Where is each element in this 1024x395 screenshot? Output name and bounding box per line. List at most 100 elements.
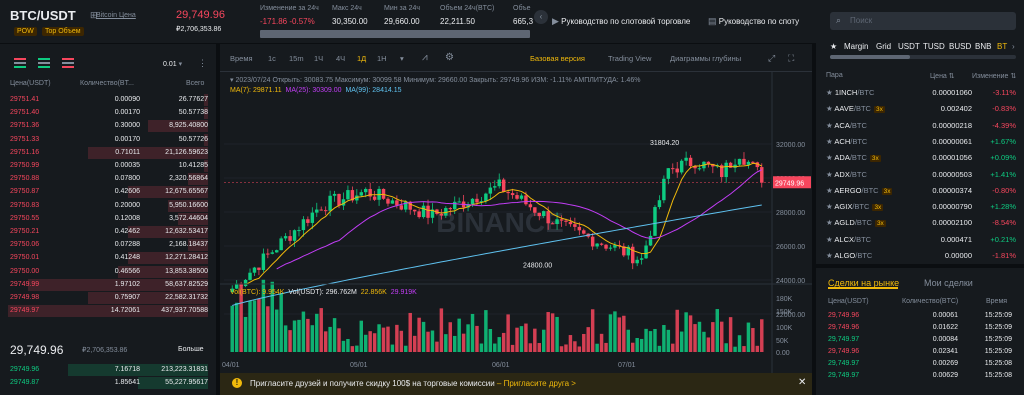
- tab-1h[interactable]: 1Ч: [314, 54, 323, 63]
- tab-my-trades[interactable]: Мои сделки: [924, 278, 973, 288]
- star-icon[interactable]: ★: [826, 170, 833, 179]
- more-dots-icon[interactable]: ⋮: [198, 58, 207, 69]
- tab-time[interactable]: Время: [230, 54, 253, 63]
- ask-row[interactable]: 29750.06 0.07288 2,168.18437: [0, 239, 216, 252]
- ask-row[interactable]: 29750.83 0.20000 5,950.16600: [0, 199, 216, 212]
- market-row[interactable]: ★ ALCX/BTC 0.000471 +0.21%: [816, 231, 1024, 247]
- ask-row[interactable]: 29750.21 0.42462 12,632.53417: [0, 226, 216, 238]
- ask-row[interactable]: 29751.16 0.71011 21,126.59623: [0, 146, 216, 159]
- volume-bar: [234, 302, 239, 352]
- tab-grid[interactable]: Grid: [876, 42, 891, 51]
- volume-bar: [564, 344, 568, 352]
- orderbook-bids-icon[interactable]: [38, 58, 50, 68]
- ask-row[interactable]: 29751.36 0.30000 8,925.40800: [0, 120, 216, 133]
- pair-quote: /BTC: [854, 234, 872, 244]
- ask-row[interactable]: 29751.40 0.00170 50.57738: [0, 107, 216, 120]
- star-icon[interactable]: ★: [826, 88, 833, 97]
- candle-body: [248, 272, 252, 280]
- col-pair-header[interactable]: Пара: [826, 72, 843, 79]
- ask-row[interactable]: 29750.01 0.41248 12,271.28412: [0, 252, 216, 265]
- tab-1s[interactable]: 1с: [268, 54, 276, 63]
- candle-body: [528, 204, 533, 208]
- orderbook-asks-icon[interactable]: [62, 58, 74, 68]
- candle-body: [657, 200, 662, 208]
- ask-row[interactable]: 29751.33 0.00170 50.57726: [0, 133, 216, 146]
- star-icon[interactable]: ★: [826, 137, 833, 146]
- volume-bar: [488, 329, 493, 352]
- col-price-header[interactable]: Цена ⇅: [930, 72, 955, 80]
- close-icon[interactable]: ✕: [798, 377, 806, 388]
- interval-dropdown-icon[interactable]: ▾: [400, 54, 404, 63]
- tab-15m[interactable]: 15m: [289, 54, 304, 63]
- ask-row[interactable]: 29751.41 0.00090 26.77627: [0, 94, 216, 106]
- spot-slot-guide-link[interactable]: ▶ Руководство по слотовой торговле: [552, 16, 690, 27]
- ask-row[interactable]: 29750.55 0.12008 3,572.44604: [0, 212, 216, 225]
- favorite-star-icon[interactable]: ★: [830, 42, 837, 51]
- star-icon[interactable]: ★: [826, 202, 833, 211]
- star-icon[interactable]: ★: [826, 186, 833, 195]
- market-row[interactable]: ★ AGLD/BTC 3x 0.00002100 -8.54%: [816, 214, 1024, 230]
- view-depth[interactable]: Диаграммы глубины: [670, 54, 741, 63]
- bid-row[interactable]: 29749.96 7.16718 213,223.31831: [0, 364, 216, 376]
- pair-price: 0.000471: [940, 234, 972, 244]
- ask-row[interactable]: 29749.97 14.72061 437,937.70588: [0, 305, 216, 318]
- symbol-info-link[interactable]: Bitcoin Цена: [96, 12, 136, 19]
- tabs-scroll-icon[interactable]: ›: [1012, 42, 1015, 51]
- ask-row[interactable]: 29750.87 0.42606 12,675.65567: [0, 186, 216, 199]
- star-icon[interactable]: ★: [826, 251, 833, 260]
- spot-guide-link[interactable]: ▤ Руководство по споту: [708, 16, 799, 27]
- ask-row[interactable]: 29750.99 0.00035 10.41285: [0, 160, 216, 172]
- market-row[interactable]: ★ AAVE/BTC 3x 0.002402 -0.83%: [816, 100, 1024, 116]
- market-row[interactable]: ★ AGIX/BTC 3x 0.00000790 +1.28%: [816, 198, 1024, 214]
- leverage-badge: 3x: [872, 204, 884, 212]
- volume-bar: [364, 334, 368, 352]
- market-row[interactable]: ★ ACH/BTC 0.00000061 +1.67%: [816, 133, 1024, 149]
- tab-busd[interactable]: BUSD: [949, 42, 971, 51]
- tab-1d[interactable]: 1Д: [357, 54, 366, 63]
- search-input[interactable]: ⌕ Поиск: [830, 12, 1016, 30]
- pair-quote: /BTC: [855, 251, 873, 260]
- market-row[interactable]: ★ ADA/BTC 3x 0.00001056 +0.09%: [816, 149, 1024, 165]
- tab-btc[interactable]: BT: [997, 42, 1007, 51]
- market-row[interactable]: ★ ADX/BTC 0.00000503 +1.41%: [816, 166, 1024, 182]
- market-row[interactable]: ★ ALGO/BTC 0.00000 -1.81%: [816, 247, 1024, 263]
- view-tradingview[interactable]: Trading View: [608, 54, 651, 63]
- market-row[interactable]: ★ ACA/BTC 0.00000218 -4.39%: [816, 117, 1024, 133]
- stat-label-high: Макс 24ч: [332, 5, 362, 12]
- tab-tusd[interactable]: TUSD: [923, 42, 945, 51]
- tab-usdt[interactable]: USDT: [898, 42, 920, 51]
- market-row[interactable]: ★ 1INCH/BTC 0.00001060 -3.11%: [816, 84, 1024, 100]
- ask-row[interactable]: 29750.88 0.07800 2,320.56864: [0, 173, 216, 186]
- tab-bnb[interactable]: BNB: [975, 42, 991, 51]
- ask-row[interactable]: 29749.99 1.97102 58,637.82529: [0, 278, 216, 291]
- fullscreen-icon[interactable]: ⛶: [788, 53, 794, 64]
- invite-friend-link[interactable]: – Пригласите друга >: [497, 379, 576, 388]
- precision-select[interactable]: 0.01 ▾: [163, 60, 182, 68]
- tab-1w[interactable]: 1Н: [377, 54, 387, 63]
- scroll-left-icon[interactable]: ‹: [534, 10, 548, 24]
- symbol-title[interactable]: BTC/USDT: [10, 8, 76, 23]
- candlestick-chart[interactable]: 32000.0030000.0028000.0026000.0024000.00…: [220, 72, 812, 373]
- tabs-scrollbar[interactable]: [830, 55, 1016, 59]
- tab-4h[interactable]: 4Ч: [336, 54, 345, 63]
- tag-top-volume[interactable]: Top Объем: [42, 27, 84, 36]
- view-basic[interactable]: Базовая версия: [530, 54, 585, 63]
- indicator-icon[interactable]: ⩘: [422, 52, 428, 63]
- star-icon[interactable]: ★: [826, 121, 833, 130]
- col-change-header[interactable]: Изменение ⇅: [972, 72, 1016, 80]
- expand-icon[interactable]: ⤢: [768, 53, 775, 64]
- star-icon[interactable]: ★: [826, 104, 833, 113]
- star-icon[interactable]: ★: [826, 218, 833, 227]
- ask-row[interactable]: 29749.98 0.75907 22,582.31732: [0, 292, 216, 304]
- tab-margin[interactable]: Margin: [844, 42, 868, 51]
- market-row[interactable]: ★ AERGO/BTC 3x 0.00000374 -0.80%: [816, 182, 1024, 198]
- tag-pow[interactable]: POW: [14, 27, 37, 36]
- scroll-bar[interactable]: [260, 30, 530, 38]
- star-icon[interactable]: ★: [826, 235, 833, 244]
- settings-gear-icon[interactable]: ⚙: [445, 52, 454, 63]
- orderbook-both-icon[interactable]: [14, 58, 26, 68]
- bid-row[interactable]: 29749.87 1.85641 55,227.95617: [0, 377, 216, 389]
- star-icon[interactable]: ★: [826, 153, 833, 162]
- more-link[interactable]: Больше: [178, 346, 204, 353]
- ask-row[interactable]: 29750.00 0.46566 13,853.38500: [0, 265, 216, 278]
